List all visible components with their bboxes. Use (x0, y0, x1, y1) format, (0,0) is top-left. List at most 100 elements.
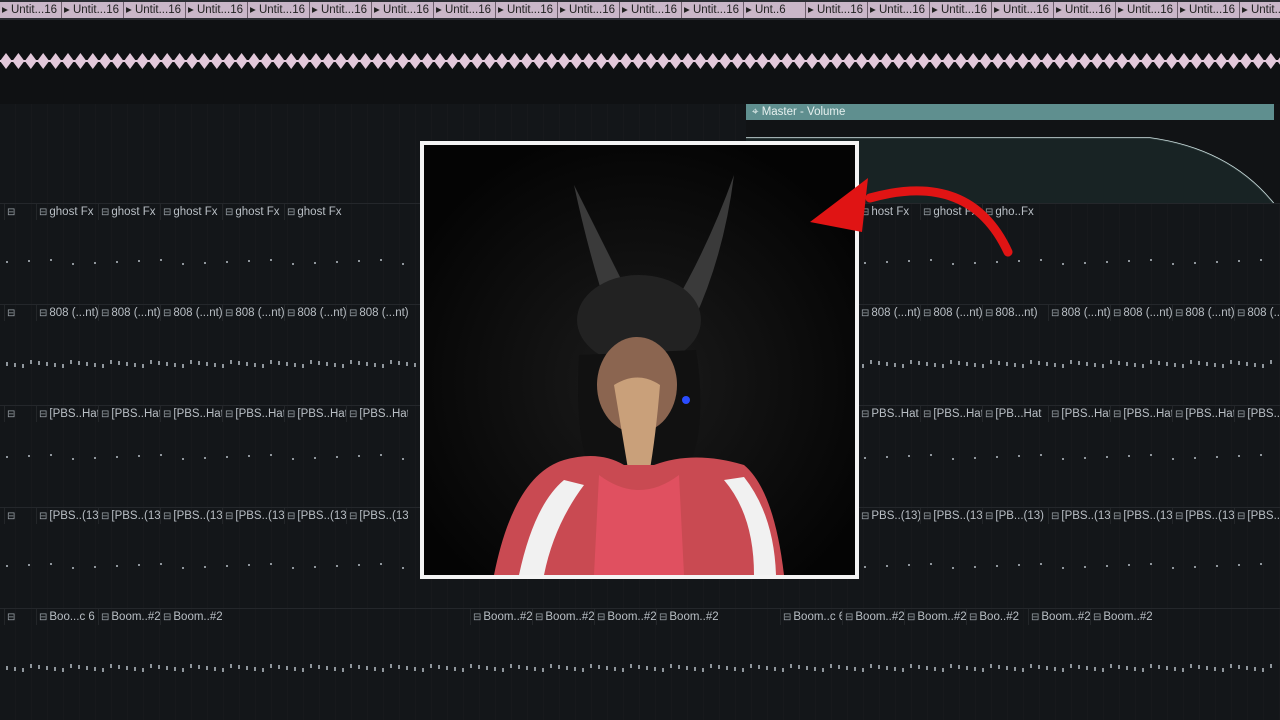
pattern-clip[interactable]: ⊟ PBS..(13) (858, 508, 920, 524)
pattern-icon: ⊟ (659, 612, 668, 623)
top-clip[interactable]: ▸ Untit...16 (124, 2, 186, 18)
pattern-clip[interactable]: ⊟[PBS..(13) (222, 508, 284, 524)
top-clip[interactable]: ▸ Untit...16 (248, 2, 310, 18)
pattern-clip[interactable]: ⊟[PBS..(13) (346, 508, 408, 524)
top-clip[interactable]: ▸ Untit...16 (620, 2, 682, 18)
pattern-clip[interactable]: ⊟[PBS..Hat (1110, 406, 1172, 422)
top-clip[interactable]: ▸ Untit...16 (930, 2, 992, 18)
pattern-clip[interactable]: ⊟ Boom..#2 (594, 609, 656, 625)
top-clip[interactable]: ▸ Untit...16 (806, 2, 868, 18)
pattern-icon: ⊟ (535, 612, 544, 623)
pattern-clip[interactable]: ⊟808 (...nt) (36, 305, 98, 321)
track-boom[interactable]: ⊟ ⊟ Boo...c 6 ⊟ Boom..#2 ⊟ Boom..#2 ⊟ Boom..#2 ⊟ B… (0, 609, 1280, 720)
pattern-clip[interactable]: ⊟[PBS..Hat (1172, 406, 1234, 422)
pattern-clip[interactable]: ⊟[PBS..Hat (98, 406, 160, 422)
pattern-clip[interactable]: ⊟ Boom..#2 (532, 609, 594, 625)
top-clip[interactable]: ▸ Untit...16 (682, 2, 744, 18)
pattern-clip[interactable]: ⊟ ghost Fx (98, 204, 160, 220)
pattern-clip[interactable]: ⊟ (4, 508, 36, 524)
top-clip[interactable]: ▸ Untit...16 (1178, 2, 1240, 18)
pattern-clip[interactable]: ⊟[PBS..(13) (1110, 508, 1172, 524)
pattern-clip[interactable]: ⊟ 808...nt) (982, 305, 1044, 321)
person-photo (424, 145, 855, 575)
top-clip[interactable]: ▸ Unt..6 (744, 2, 806, 18)
pattern-clip[interactable]: ⊟[PBS..(13) (98, 508, 160, 524)
pattern-clip[interactable]: ⊟ Boom..#2 (470, 609, 532, 625)
pattern-clip[interactable]: ⊟[PBS..Hat (160, 406, 222, 422)
pattern-clip[interactable]: ⊟808 (...nt) (1172, 305, 1234, 321)
pattern-clip[interactable]: ⊟ Boom..#2 (904, 609, 966, 625)
pattern-icon: ⊟ (923, 409, 932, 420)
clip-label: [PBS..Hat (173, 408, 222, 420)
pattern-clip[interactable]: ⊟[PBS..(13) (160, 508, 222, 524)
top-clip[interactable]: ▸ Untit...16 (1054, 2, 1116, 18)
pattern-clip[interactable]: ⊟808 (...nt) (1110, 305, 1172, 321)
pattern-clip[interactable]: ⊟[PBS..(13) (284, 508, 346, 524)
pattern-clip[interactable]: ⊟ [PB...Hat (982, 406, 1044, 422)
top-clip[interactable]: ▸ Untit...16 (310, 2, 372, 18)
clip-label: 808 (...nt) (1123, 307, 1172, 319)
waveform-lane[interactable] (0, 20, 1280, 104)
pattern-icon: ⊟ (287, 207, 296, 218)
pattern-clip[interactable]: ⊟[PBS..Hat (1048, 406, 1110, 422)
clip-label: [PBS..(13) (359, 510, 408, 522)
pattern-clip[interactable]: ⊟ ghost Fx (160, 204, 222, 220)
top-clip[interactable]: ▸ Untit...16 (558, 2, 620, 18)
pattern-clip[interactable]: ⊟ (4, 609, 36, 625)
pattern-clip[interactable]: ⊟808 (...nt) (222, 305, 284, 321)
pattern-clip[interactable]: ⊟ ghost Fx (284, 204, 346, 220)
top-clip[interactable]: ▸ Untit...16 (434, 2, 496, 18)
pattern-clip[interactable]: ⊟[PBS..Hat (346, 406, 408, 422)
pattern-clip[interactable]: ⊟ Boom..#2 (842, 609, 904, 625)
pattern-clip[interactable]: ⊟808 (...nt) (284, 305, 346, 321)
top-clip[interactable]: ▸ Untit...16 (992, 2, 1054, 18)
pattern-clip[interactable]: ⊟ Boom..#2 (98, 609, 160, 625)
top-clip[interactable]: ▸ Untit...16 (1240, 2, 1280, 18)
pattern-clip[interactable]: ⊟ (4, 406, 36, 422)
top-clip[interactable]: ▸ Untit...16 (186, 2, 248, 18)
pattern-clip[interactable]: ⊟[PBS..(13) (920, 508, 982, 524)
top-clip[interactable]: ▸ Untit...16 (0, 2, 62, 18)
pattern-clip[interactable]: ⊟ ghost Fx (222, 204, 284, 220)
top-clip[interactable]: ▸ Untit...16 (372, 2, 434, 18)
top-clip[interactable]: ▸ Untit...16 (496, 2, 558, 18)
pattern-clip[interactable]: ⊟[PBS..(13) (1234, 508, 1280, 524)
pattern-clip[interactable]: ⊟ ghost Fx (36, 204, 98, 220)
top-clip[interactable]: ▸ Untit...16 (1116, 2, 1178, 18)
pattern-clip[interactable]: ⊟[PBS..(13) (1048, 508, 1110, 524)
pattern-clip[interactable]: ⊟ Boom..#2 (656, 609, 718, 625)
pattern-clip[interactable]: ⊟808 (...nt) (1234, 305, 1280, 321)
clip-label: [PBS..Hat (235, 408, 284, 420)
pattern-clip[interactable]: ⊟ Boom..#2 (160, 609, 222, 625)
pattern-clip[interactable]: ⊟[PBS..(13) (36, 508, 98, 524)
pattern-clip[interactable]: ⊟ (4, 305, 36, 321)
automation-clip[interactable]: ⌖ Master - Volume (746, 104, 1274, 120)
pattern-icon: ⊟ (39, 409, 48, 420)
pattern-clip[interactable]: ⊟[PBS..(13) (1172, 508, 1234, 524)
pattern-clip[interactable]: ⊟ Boom..#2 (1090, 609, 1152, 625)
pattern-icon: ⊟ (1113, 511, 1122, 522)
pattern-clip[interactable]: ⊟[PBS..Hat (1234, 406, 1280, 422)
pattern-clip[interactable]: ⊟808 (...nt) (1048, 305, 1110, 321)
top-clip[interactable]: ▸ Untit...16 (868, 2, 930, 18)
pattern-clip[interactable]: ⊟808 (...nt) (346, 305, 408, 321)
top-clip[interactable]: ▸ Untit...16 (62, 2, 124, 18)
pattern-clip[interactable]: ⊟ Boom..#2 (1028, 609, 1090, 625)
pattern-clip[interactable]: ⊟ Boo..#2 (966, 609, 1028, 625)
pattern-clip[interactable]: ⊟[PBS..Hat (920, 406, 982, 422)
pattern-icon: ⊟ (923, 308, 932, 319)
pattern-icon: ⊟ (1175, 308, 1184, 319)
pattern-clip[interactable]: ⊟[PBS..Hat (36, 406, 98, 422)
pattern-clip[interactable]: ⊟ Boo...c 6 (36, 609, 98, 625)
pattern-clip[interactable]: ⊟808 (...nt) (858, 305, 920, 321)
pattern-clip[interactable]: ⊟ Boom..c 6 (780, 609, 842, 625)
pattern-clip[interactable]: ⊟ [PB...(13) (982, 508, 1044, 524)
pattern-clip[interactable]: ⊟ (4, 204, 36, 220)
pattern-clip[interactable]: ⊟808 (...nt) (160, 305, 222, 321)
pattern-clip[interactable]: ⊟808 (...nt) (98, 305, 160, 321)
pattern-clip[interactable]: ⊟[PBS..Hat (222, 406, 284, 422)
pattern-clip[interactable]: ⊟[PBS..Hat (284, 406, 346, 422)
pattern-clip[interactable]: ⊟ PBS..Hat (858, 406, 920, 422)
pattern-clip[interactable]: ⊟808 (...nt) (920, 305, 982, 321)
clip-label: [PBS..(13) (49, 510, 98, 522)
